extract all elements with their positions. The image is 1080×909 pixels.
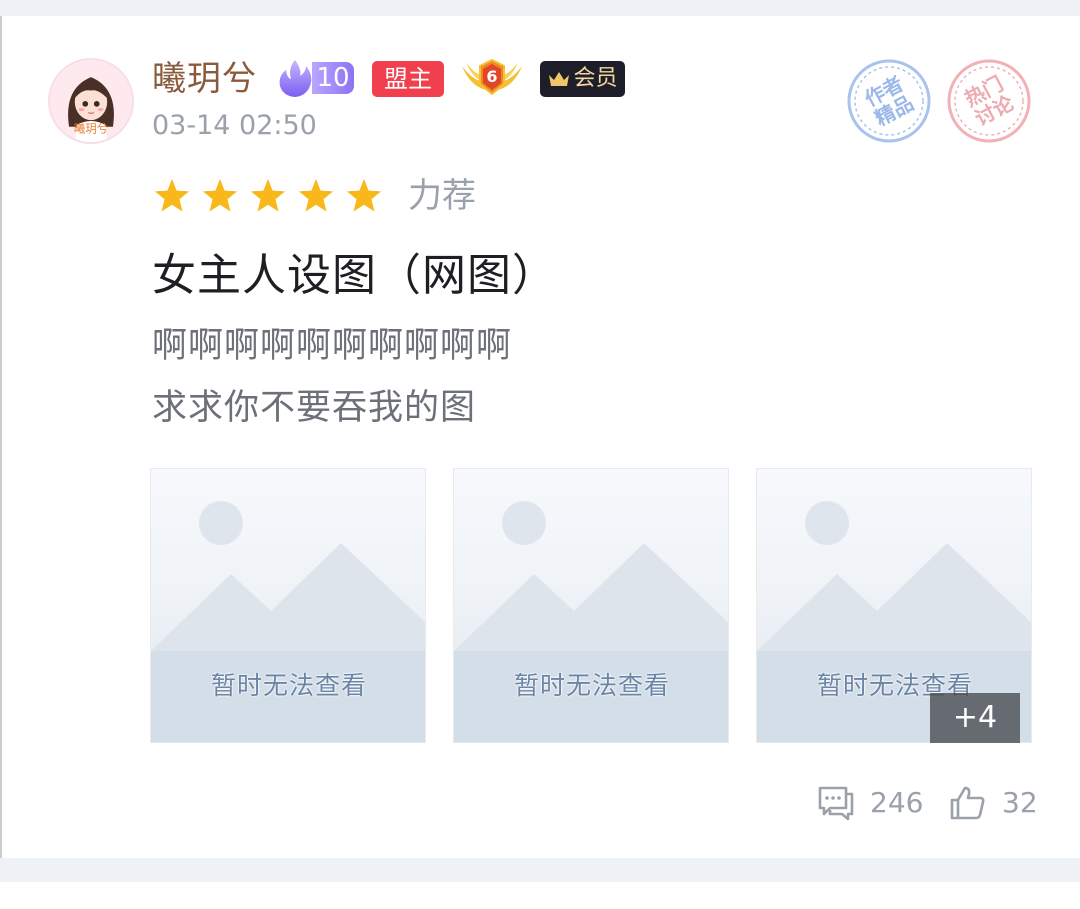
post-timestamp: 03-14 02:50 — [152, 110, 317, 141]
post-body-line[interactable]: 啊啊啊啊啊啊啊啊啊啊 — [152, 324, 512, 368]
like-button[interactable]: 32 — [948, 784, 1038, 822]
author-name[interactable]: 曦玥兮 — [152, 58, 257, 100]
vip-label: 会员 — [573, 66, 618, 91]
level-badge: 10 — [276, 58, 356, 98]
avatar-text: 曦玥兮 — [74, 121, 109, 135]
more-images-count[interactable]: +4 — [930, 693, 1020, 743]
next-card-edge — [0, 882, 1080, 909]
flame-icon — [279, 60, 312, 97]
rank-badge: 6 — [460, 56, 524, 100]
vip-badge: 会员 — [540, 61, 625, 97]
role-badge: 盟主 — [372, 61, 444, 97]
comment-button[interactable]: 246 — [816, 784, 923, 822]
image-unavailable-caption: 暂时无法查看 — [210, 671, 367, 700]
star-icon — [251, 179, 285, 212]
hot-discussion-stamp: 热门 讨论 — [946, 58, 1032, 144]
comment-count: 246 — [870, 786, 924, 819]
crown-icon — [549, 72, 570, 86]
star-icon — [203, 179, 237, 212]
star-rating — [154, 178, 382, 214]
level-number: 10 — [312, 62, 354, 94]
image-unavailable-caption: 暂时无法查看 — [513, 671, 670, 700]
thumbs-up-icon — [950, 786, 985, 820]
rating-label: 力荐 — [408, 176, 476, 216]
post-image[interactable]: 暂时无法查看 — [453, 468, 729, 743]
like-count: 32 — [1002, 786, 1038, 819]
post-image[interactable]: 暂时无法查看 — [150, 468, 426, 743]
star-icon — [347, 179, 381, 212]
author-pick-stamp: 作者 精品 — [846, 58, 932, 144]
post-body-line[interactable]: 求求你不要吞我的图 — [152, 386, 476, 430]
star-icon — [155, 179, 189, 212]
rank-number: 6 — [486, 67, 498, 86]
post-title[interactable]: 女主人设图（网图） — [152, 248, 557, 304]
comment-icon — [818, 786, 854, 821]
author-avatar[interactable]: 曦玥兮 — [48, 58, 134, 144]
star-icon — [299, 179, 333, 212]
